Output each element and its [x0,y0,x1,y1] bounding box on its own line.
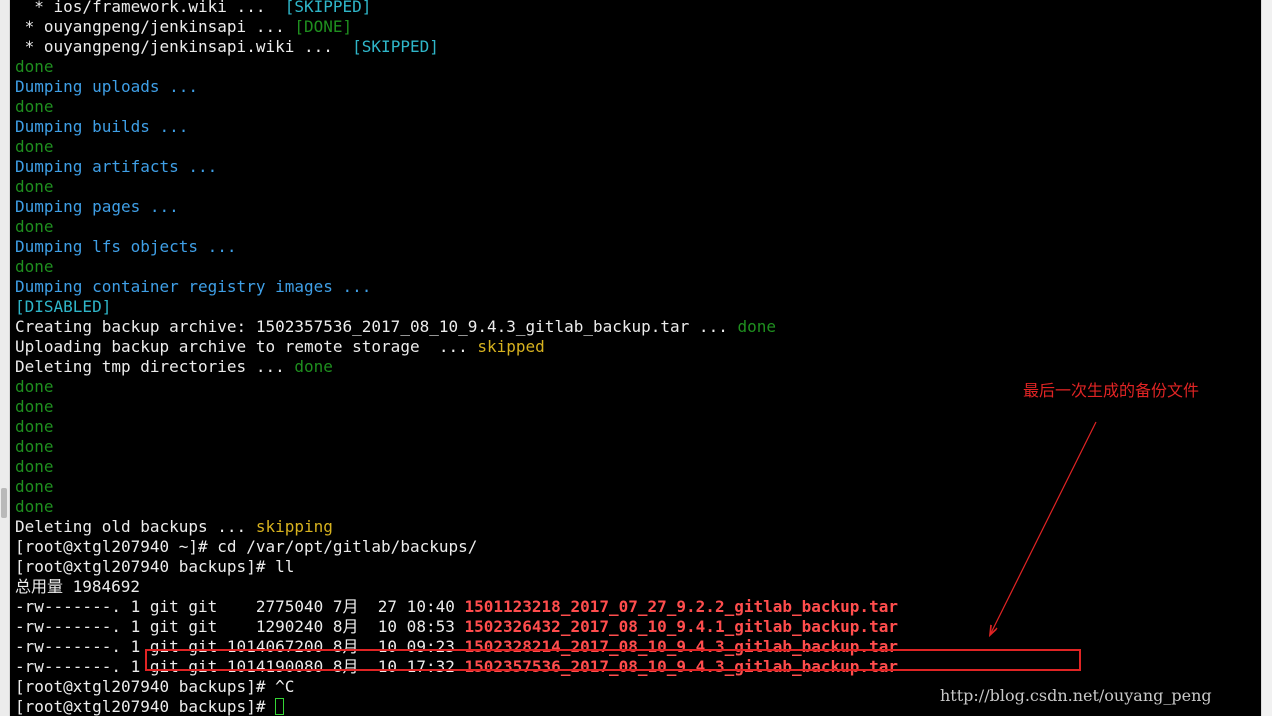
watermark: http://blog.csdn.net/ouyang_peng [940,686,1212,705]
annotation-arrow [0,421,1097,716]
